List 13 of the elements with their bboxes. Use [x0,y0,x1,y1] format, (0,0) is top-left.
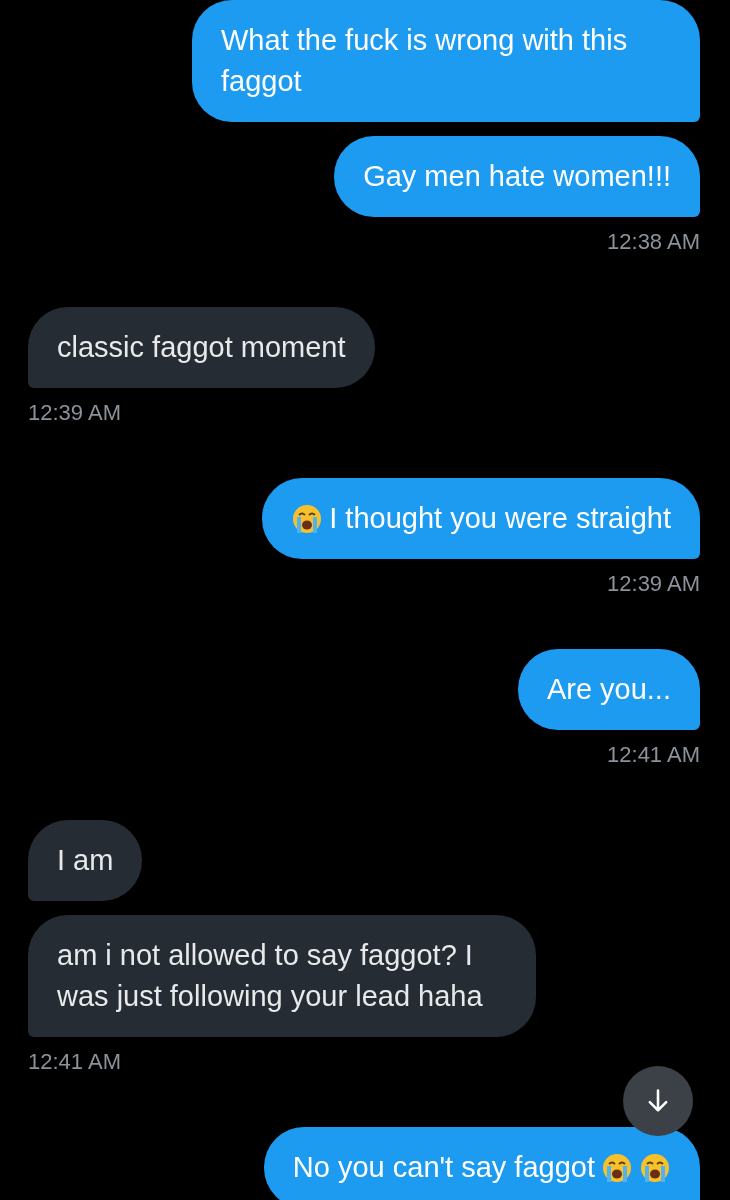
message-text: classic faggot moment [57,330,346,365]
timestamp: 12:39 AM [28,400,121,426]
message-text: Gay men hate women!!! [363,159,671,194]
message-text: No you can't say faggot [292,1150,595,1185]
timestamp: 12:41 AM [28,1049,121,1075]
message-text: am i not allowed to say faggot? I was just following your lead haha [57,938,484,1014]
timestamp: 12:38 AM [607,229,700,255]
message-text: I am [57,843,114,878]
message-text: I thought you were straight [329,501,671,536]
timestamp: 12:41 AM [607,742,700,768]
message-text: What the fuck is wrong with this faggot [221,23,629,99]
message-text: Are you... [546,672,671,707]
timestamp: 12:39 AM [607,571,700,597]
